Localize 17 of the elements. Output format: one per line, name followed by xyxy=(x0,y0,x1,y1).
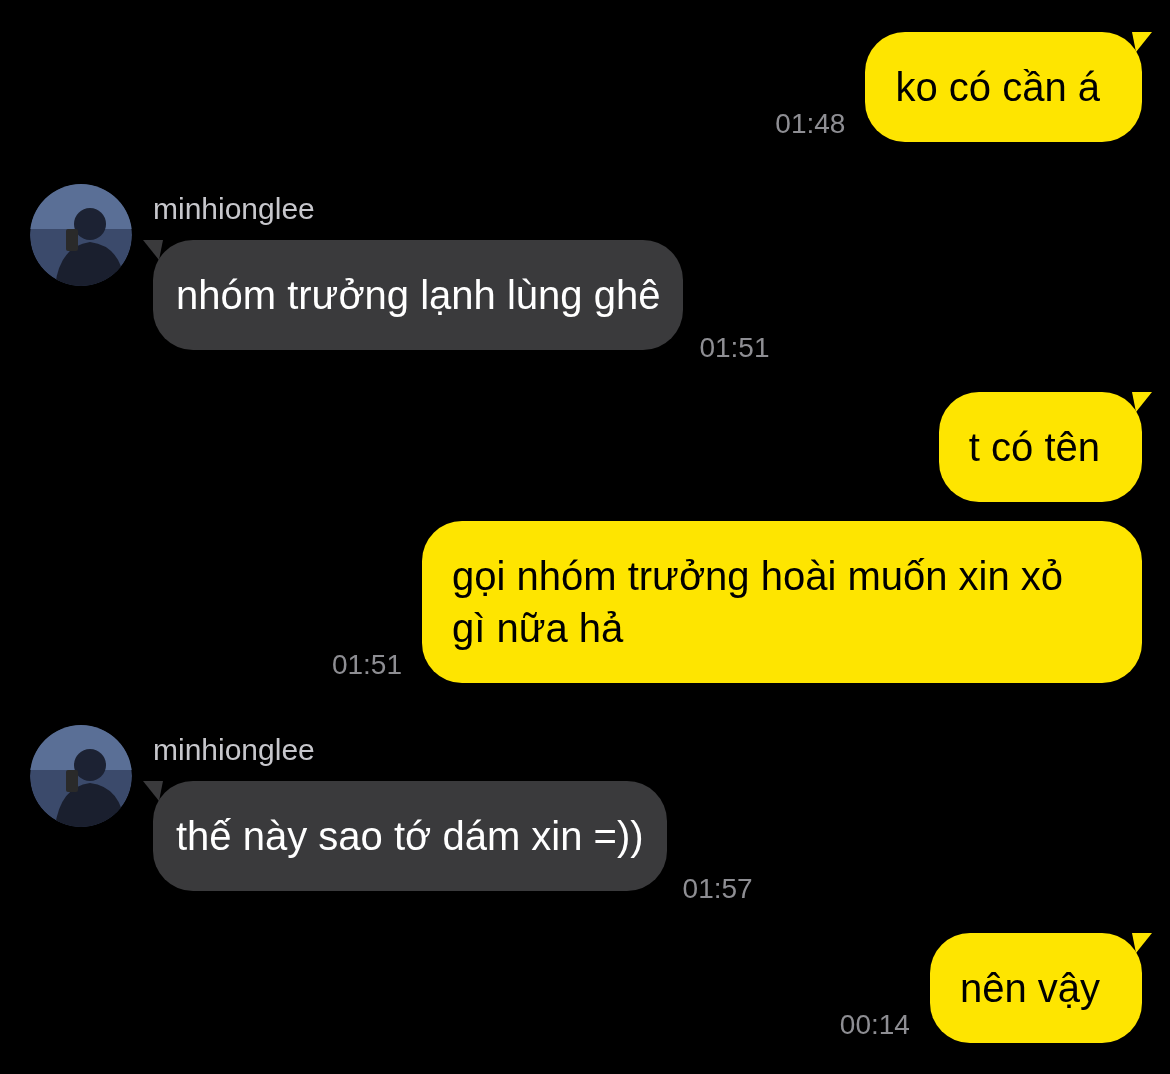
message-time: 01:48 xyxy=(775,110,846,141)
message-bubble: nên vậy xyxy=(929,933,1142,1043)
message-bubble: gọi nhóm trưởng hoài muốn xin xỏ gì nữa hả xyxy=(422,521,1142,683)
message-time: 01:51 xyxy=(331,651,402,682)
message-time: 01:51 xyxy=(699,332,770,365)
message-bubble: ko có cần á xyxy=(865,32,1142,142)
message-time: 00:14 xyxy=(839,1011,910,1042)
message-bubble: nhóm trưởng lạnh lùng ghê xyxy=(153,240,684,350)
sender-name: minhionglee xyxy=(153,733,316,767)
sender-name: minhionglee xyxy=(153,192,316,226)
bubble-tail xyxy=(143,240,163,260)
message-time: 01:57 xyxy=(682,873,753,906)
message-bubble: t có tên xyxy=(938,392,1142,502)
bubble-tail xyxy=(143,781,163,801)
message-bubble: thế này sao tớ dám xin =)) xyxy=(153,781,667,891)
avatar[interactable] xyxy=(30,184,132,286)
avatar[interactable] xyxy=(30,725,132,827)
